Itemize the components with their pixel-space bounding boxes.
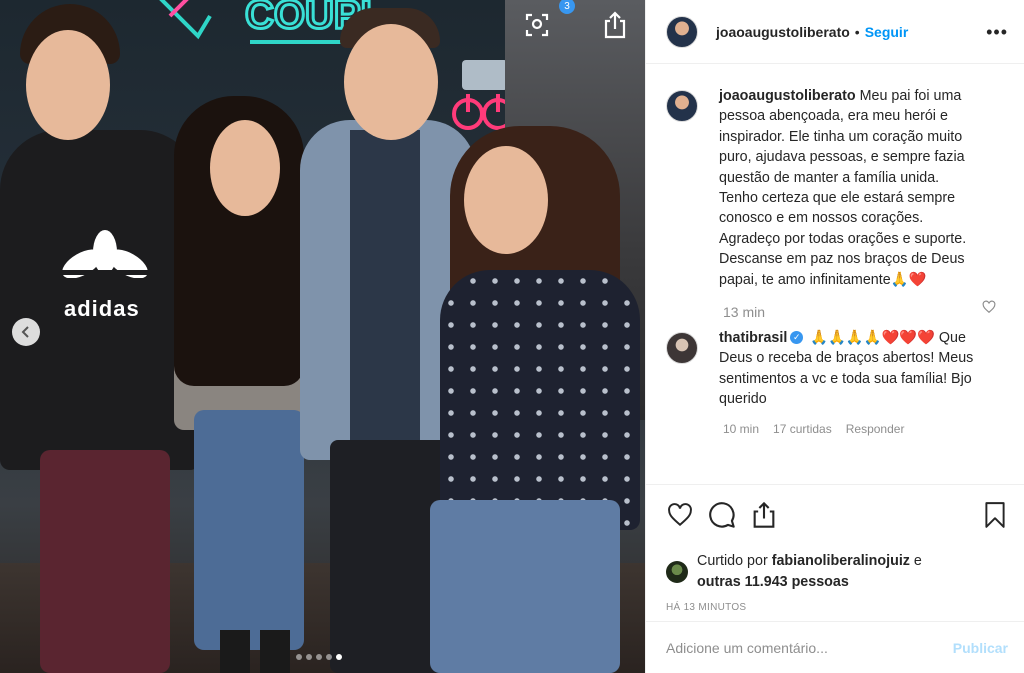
adidas-text: adidas — [64, 296, 140, 321]
comment: thatibrasil ✓ 🙏🙏🙏🙏❤️❤️❤️ Que Deus o receb… — [666, 328, 1008, 410]
post-actions: Curtido por fabianoliberalinojuiz e outr… — [646, 484, 1024, 613]
liked-by-and: e — [913, 553, 922, 569]
more-options-icon[interactable]: ••• — [986, 23, 1008, 41]
comment-input[interactable] — [666, 639, 953, 656]
bookmark-icon[interactable] — [982, 501, 1008, 529]
post-header: joaoaugustoliberato • Seguir ••• — [646, 0, 1024, 64]
post-timestamp[interactable]: HÁ 13 MINUTOS — [666, 602, 1008, 613]
add-comment-bar: Publicar — [646, 621, 1024, 673]
caption-time: 13 min — [723, 304, 766, 321]
comment-time: 10 min — [723, 421, 760, 436]
comment-body: thatibrasil ✓ 🙏🙏🙏🙏❤️❤️❤️ Que Deus o receb… — [719, 328, 974, 410]
comment-bubble-icon[interactable] — [708, 501, 736, 529]
caption-username[interactable]: joaoaugustoliberato — [719, 88, 856, 104]
liked-by-user[interactable]: fabianoliberalinojuiz — [772, 553, 910, 569]
avatar[interactable] — [666, 90, 698, 122]
caption-text-2: Descanse em paz nos braços de Deus papai… — [719, 251, 965, 288]
carousel-dot[interactable] — [296, 654, 302, 660]
reply-button[interactable]: Responder — [846, 422, 905, 436]
header-username[interactable]: joaoaugustoliberato — [716, 24, 850, 40]
instagram-post-modal: COUPL adidas 3 joaoaugustoliberato • Seg… — [0, 0, 1024, 673]
caption-body: joaoaugustoliberato Meu pai foi uma pess… — [719, 86, 974, 290]
chevron-left-icon[interactable] — [12, 318, 40, 346]
caption: joaoaugustoliberato Meu pai foi uma pess… — [666, 86, 1008, 290]
like-heart-icon[interactable] — [666, 502, 694, 528]
action-bar — [666, 499, 1008, 531]
avatar[interactable] — [666, 560, 688, 583]
person-girl-grey — [160, 0, 320, 673]
carousel-dot[interactable] — [316, 654, 322, 660]
carousel-dot[interactable] — [306, 654, 312, 660]
carousel-dot[interactable] — [326, 654, 332, 660]
like-comment-heart-icon[interactable] — [982, 300, 996, 314]
avatar[interactable] — [666, 15, 698, 48]
liked-by-prefix: Curtido por — [697, 553, 768, 569]
likes-count[interactable]: outras 11.943 pessoas — [697, 574, 849, 590]
likes-summary: Curtido por fabianoliberalinojuiz e outr… — [666, 551, 1008, 592]
likes-text: Curtido por fabianoliberalinojuiz e outr… — [697, 551, 922, 592]
follow-button[interactable]: Seguir — [865, 24, 909, 40]
carousel-dots — [296, 654, 342, 660]
comment-likes[interactable]: 17 curtidas — [773, 422, 832, 436]
tag-people-icon[interactable] — [520, 8, 554, 42]
verified-badge-icon: ✓ — [790, 330, 804, 344]
post-photo[interactable]: COUPL adidas 3 — [0, 0, 645, 673]
caption-text: Meu pai foi uma pessoa abençoada, era me… — [719, 88, 967, 247]
publish-button[interactable]: Publicar — [953, 640, 1008, 656]
carousel-dot-active[interactable] — [336, 654, 342, 660]
adidas-trefoil-logo — [60, 230, 150, 282]
comment-meta: 10 min 17 curtidas Responder — [723, 422, 1008, 436]
separator-dot: • — [854, 23, 860, 40]
comment-username[interactable]: thatibrasil — [719, 330, 787, 346]
person-girl-pattern — [420, 0, 645, 673]
comments-list[interactable]: joaoaugustoliberato Meu pai foi uma pess… — [646, 86, 1024, 482]
share-icon[interactable] — [598, 8, 632, 42]
post-sidebar: joaoaugustoliberato • Seguir ••• joaoaug… — [645, 0, 1024, 673]
share-upload-icon[interactable] — [750, 501, 778, 529]
avatar[interactable] — [666, 332, 698, 365]
